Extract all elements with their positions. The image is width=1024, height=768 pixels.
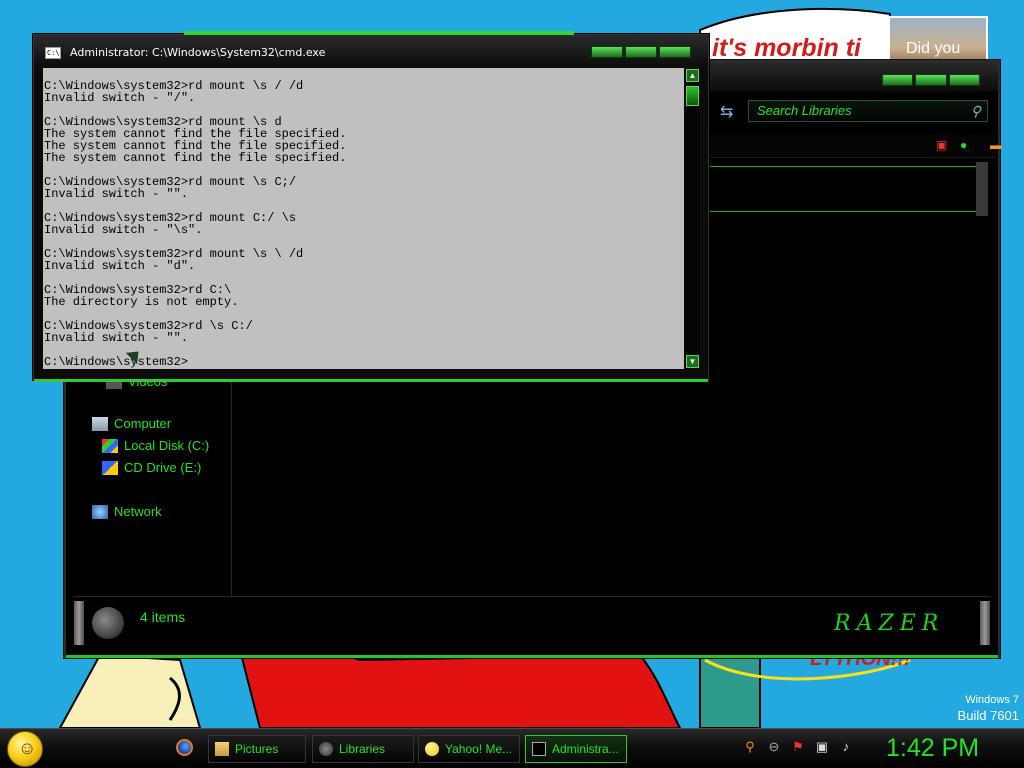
nav-item-computer[interactable]: Computer: [92, 416, 171, 431]
nav-item-network[interactable]: Network: [92, 504, 162, 519]
explorer-border-glow: [66, 655, 998, 658]
cmd-icon[interactable]: C:\.: [45, 47, 64, 59]
search-input[interactable]: Search Libraries ⚲: [748, 100, 988, 122]
cmd-window-controls: [591, 46, 691, 58]
status-dot-icon: ●: [960, 138, 968, 152]
console-line: Invalid switch - "/".: [44, 91, 196, 105]
volume-icon[interactable]: ♪: [838, 739, 854, 755]
navigation-pane: Videos Computer Local Disk (C:) CD Drive…: [66, 374, 232, 600]
maximize-button[interactable]: [915, 74, 947, 86]
console-line: Invalid switch - "".: [44, 331, 189, 345]
local-disk-icon: [102, 438, 118, 453]
system-tray: ⚲ ⊖ ⚑ ▣ ♪: [742, 739, 854, 755]
console-output[interactable]: C:\Windows\system32>rd mount \s / /d Inva…: [43, 68, 684, 369]
os-name: Windows 7: [965, 694, 1019, 706]
explorer-window-controls: [882, 74, 980, 86]
firefox-icon[interactable]: [176, 739, 193, 756]
console-scrollbar[interactable]: ▲ ▼: [685, 68, 700, 369]
minimize-button[interactable]: [591, 46, 623, 58]
explorer-command-bar: ▣ ● ▬ ?: [708, 134, 1002, 158]
scroll-up-button[interactable]: ▲: [686, 69, 699, 82]
network-icon: [92, 504, 108, 519]
scroll-thumb[interactable]: [686, 86, 699, 106]
os-build: Build 7601: [957, 708, 1019, 723]
close-button[interactable]: [659, 46, 691, 58]
details-pane-edge-left: [74, 601, 84, 645]
cmd-titlebar[interactable]: C:\. Administrator: C:\Windows\System32\…: [34, 35, 708, 67]
search-icon[interactable]: ⚲: [742, 739, 758, 755]
cmd-icon: [532, 742, 546, 756]
smiley-icon: ☺: [18, 738, 37, 758]
close-button[interactable]: [948, 74, 980, 86]
search-placeholder: Search Libraries: [757, 103, 852, 118]
nav-item-label: Computer: [114, 416, 172, 431]
wallpaper-photo-caption: Did you: [906, 40, 961, 57]
preview-pane-icon[interactable]: ▣: [936, 138, 947, 152]
taskbar-item-pictures[interactable]: Pictures: [208, 735, 306, 763]
maximize-button[interactable]: [625, 46, 657, 58]
search-icon[interactable]: ⚲: [971, 103, 981, 120]
taskbar-clock[interactable]: 1:42 PM: [886, 734, 979, 763]
nav-item-label: Network: [114, 504, 162, 519]
windows-version-watermark: Windows 7 Build 7601: [958, 694, 1019, 723]
details-pane-edge-right: [980, 601, 990, 645]
content-scrollbar[interactable]: [976, 162, 988, 216]
taskbar-item-label: Pictures: [235, 742, 279, 756]
nav-item-cd-drive[interactable]: CD Drive (E:): [102, 460, 201, 475]
console-line: Invalid switch - "".: [44, 187, 189, 201]
start-button[interactable]: ☺: [7, 731, 43, 767]
taskbar-item-label: Administra...: [552, 742, 619, 756]
razer-logo: RAZER: [834, 611, 945, 636]
cd-drive-icon: [102, 460, 118, 475]
taskbar-item-libraries[interactable]: Libraries: [312, 735, 414, 763]
console-line: The directory is not empty.: [44, 295, 239, 309]
cmd-window[interactable]: C:\. Administrator: C:\Windows\System32\…: [33, 31, 709, 382]
pictures-folder-icon: [215, 742, 229, 756]
taskbar-item-label: Yahoo! Me...: [445, 742, 513, 756]
taskbar-item-yahoo-messenger[interactable]: Yahoo! Me...: [418, 735, 520, 763]
libraries-icon: [92, 607, 124, 639]
nav-item-label: Local Disk (C:): [124, 438, 210, 453]
taskbar-item-label: Libraries: [339, 742, 386, 756]
computer-icon: [92, 416, 108, 431]
taskbar-item-cmd[interactable]: Administra...: [525, 735, 627, 763]
refresh-icon[interactable]: ⇆: [720, 102, 733, 122]
action-center-flag-icon[interactable]: ⚑: [790, 739, 806, 755]
minus-icon[interactable]: ⊖: [766, 739, 782, 755]
console-line: Invalid switch - "d".: [44, 259, 196, 273]
nav-item-label: CD Drive (E:): [124, 460, 202, 475]
console-line: Invalid switch - "\s".: [44, 223, 203, 237]
scroll-down-button[interactable]: ▼: [686, 355, 699, 368]
cmd-window-title: Administrator: C:\Windows\System32\cmd.e…: [70, 46, 326, 59]
view-icon[interactable]: ▬: [990, 138, 1002, 152]
libraries-icon: [319, 742, 333, 756]
item-count: 4 items: [140, 609, 186, 625]
taskbar: ☺ Pictures Libraries Yahoo! Me... Admini…: [0, 728, 1024, 768]
nav-item-local-disk[interactable]: Local Disk (C:): [102, 438, 209, 453]
library-list-area: [710, 166, 978, 212]
wallpaper-caption: it's morbin ti: [712, 34, 861, 62]
console-line: The system cannot find the file specifie…: [44, 151, 347, 165]
network-icon[interactable]: ▣: [814, 739, 830, 755]
yahoo-messenger-icon: [425, 742, 439, 756]
cmd-border-glow: [34, 379, 708, 382]
minimize-button[interactable]: [882, 74, 914, 86]
details-pane: 4 items RAZER: [74, 596, 990, 648]
